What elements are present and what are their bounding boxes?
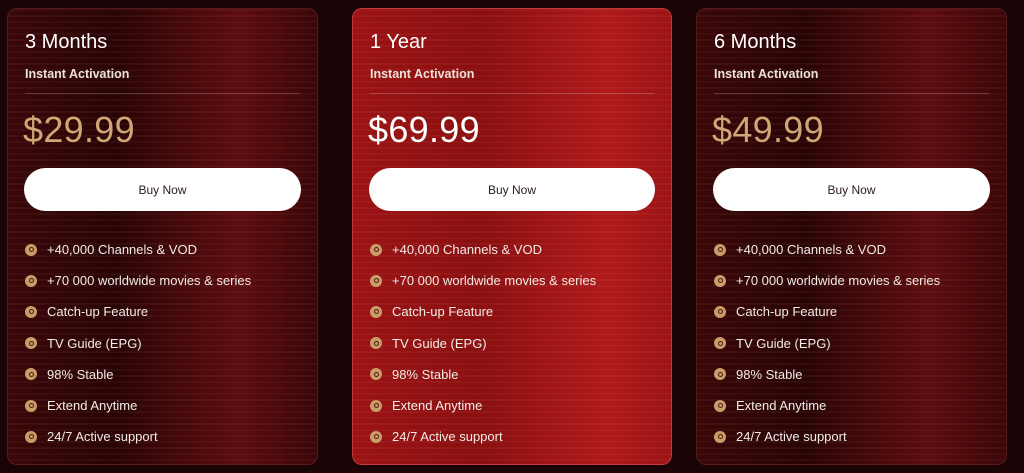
divider (25, 93, 300, 94)
feature-item: 98% Stable (25, 359, 251, 390)
plan-card-1-year: 1 Year Instant Activation $69.99 Buy Now… (352, 8, 672, 465)
pricing-plans: 3 Months Instant Activation $29.99 Buy N… (0, 0, 1024, 473)
feature-list: +40,000 Channels & VOD +70 000 worldwide… (714, 234, 940, 452)
feature-label: TV Guide (EPG) (392, 335, 487, 351)
disc-icon (370, 337, 382, 350)
disc-icon (370, 430, 382, 443)
feature-item: 24/7 Active support (714, 421, 940, 452)
feature-item: Extend Anytime (370, 390, 596, 421)
feature-list: +40,000 Channels & VOD +70 000 worldwide… (370, 234, 596, 452)
disc-icon (714, 337, 726, 350)
feature-item: TV Guide (EPG) (714, 328, 940, 359)
plan-title: 1 Year (370, 31, 427, 53)
feature-label: +70 000 worldwide movies & series (736, 273, 941, 289)
feature-item: +40,000 Channels & VOD (370, 234, 596, 265)
divider (370, 93, 654, 94)
feature-label: 24/7 Active support (47, 429, 158, 445)
feature-label: Catch-up Feature (392, 304, 494, 320)
feature-item: 24/7 Active support (370, 421, 596, 452)
disc-icon (714, 243, 726, 256)
plan-title: 6 Months (714, 31, 797, 53)
buy-now-button[interactable]: Buy Now (24, 168, 301, 211)
feature-label: TV Guide (EPG) (736, 335, 831, 351)
feature-label: +70 000 worldwide movies & series (392, 273, 597, 289)
feature-item: Catch-up Feature (25, 296, 251, 327)
feature-list: +40,000 Channels & VOD +70 000 worldwide… (25, 234, 251, 452)
feature-item: 24/7 Active support (25, 421, 251, 452)
disc-icon (370, 368, 382, 381)
feature-label: Extend Anytime (392, 398, 483, 414)
feature-item: Extend Anytime (714, 390, 940, 421)
disc-icon (25, 399, 37, 412)
plan-card-6-months: 6 Months Instant Activation $49.99 Buy N… (696, 8, 1007, 465)
feature-label: 24/7 Active support (736, 429, 847, 445)
feature-label: Catch-up Feature (736, 304, 838, 320)
divider (714, 93, 989, 94)
disc-icon (25, 368, 37, 381)
feature-item: +40,000 Channels & VOD (714, 234, 940, 265)
buy-now-button[interactable]: Buy Now (713, 168, 990, 211)
disc-icon (370, 243, 382, 256)
disc-icon (25, 430, 37, 443)
feature-item: +70 000 worldwide movies & series (714, 265, 940, 296)
feature-item: Extend Anytime (25, 390, 251, 421)
plan-title: 3 Months (25, 31, 108, 53)
feature-item: 98% Stable (370, 359, 596, 390)
disc-icon (370, 274, 382, 287)
feature-label: +70 000 worldwide movies & series (47, 273, 252, 289)
plan-subtitle: Instant Activation (714, 67, 819, 81)
disc-icon (25, 274, 37, 287)
feature-label: TV Guide (EPG) (47, 335, 142, 351)
feature-item: 98% Stable (714, 359, 940, 390)
feature-label: +40,000 Channels & VOD (736, 242, 886, 258)
feature-item: Catch-up Feature (370, 296, 596, 327)
feature-label: 98% Stable (392, 366, 459, 382)
feature-label: Extend Anytime (736, 398, 827, 414)
disc-icon (714, 305, 726, 318)
feature-item: +70 000 worldwide movies & series (25, 265, 251, 296)
plan-price: $49.99 (712, 109, 824, 150)
disc-icon (714, 430, 726, 443)
feature-item: TV Guide (EPG) (25, 328, 251, 359)
feature-label: +40,000 Channels & VOD (47, 242, 197, 258)
feature-label: +40,000 Channels & VOD (392, 242, 542, 258)
feature-label: 98% Stable (47, 366, 114, 382)
disc-icon (714, 368, 726, 381)
disc-icon (25, 305, 37, 318)
disc-icon (25, 337, 37, 350)
plan-price: $69.99 (368, 109, 480, 150)
disc-icon (714, 399, 726, 412)
feature-label: 98% Stable (736, 366, 803, 382)
feature-item: +70 000 worldwide movies & series (370, 265, 596, 296)
plan-card-3-months: 3 Months Instant Activation $29.99 Buy N… (7, 8, 318, 465)
buy-now-button[interactable]: Buy Now (369, 168, 655, 211)
feature-item: TV Guide (EPG) (370, 328, 596, 359)
feature-item: +40,000 Channels & VOD (25, 234, 251, 265)
plan-subtitle: Instant Activation (370, 67, 475, 81)
feature-label: Extend Anytime (47, 398, 138, 414)
plan-subtitle: Instant Activation (25, 67, 130, 81)
disc-icon (370, 399, 382, 412)
feature-label: 24/7 Active support (392, 429, 503, 445)
plan-price: $29.99 (23, 109, 135, 150)
feature-item: Catch-up Feature (714, 296, 940, 327)
disc-icon (714, 274, 726, 287)
disc-icon (25, 243, 37, 256)
disc-icon (370, 305, 382, 318)
feature-label: Catch-up Feature (47, 304, 149, 320)
